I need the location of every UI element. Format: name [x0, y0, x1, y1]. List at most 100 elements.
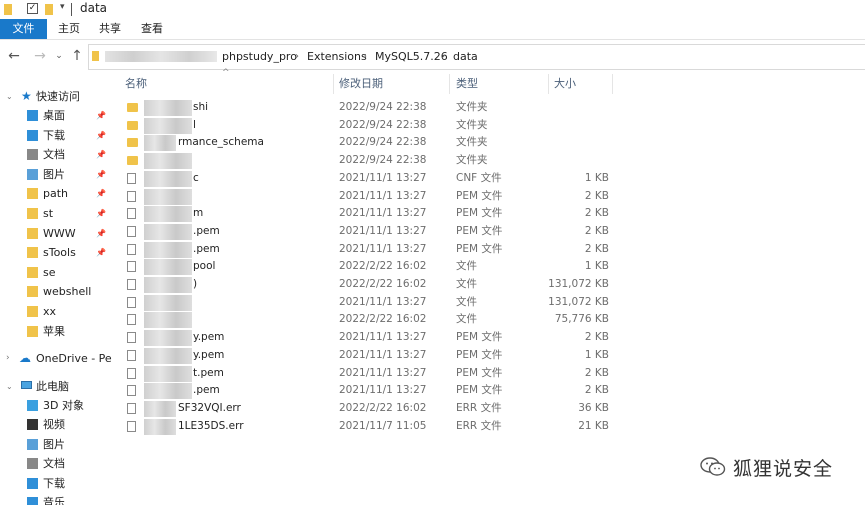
- sidebar-item[interactable]: 下载 📌: [0, 126, 112, 145]
- redacted-name: [144, 259, 192, 276]
- chevron-right-icon[interactable]: ›: [6, 349, 10, 368]
- pin-icon[interactable]: 📌: [96, 204, 106, 223]
- file-size: 1 KB: [584, 171, 609, 184]
- recent-dropdown-icon[interactable]: ⌄: [52, 40, 66, 72]
- column-type[interactable]: 类型: [456, 72, 478, 96]
- ribbon: 文件 主页 共享 查看: [0, 19, 865, 40]
- pin-icon[interactable]: 📌: [96, 165, 106, 184]
- sidebar-item[interactable]: 视频: [0, 415, 112, 434]
- sidebar-item[interactable]: 图片 📌: [0, 165, 112, 184]
- sidebar-item[interactable]: 3D 对象: [0, 396, 112, 415]
- file-row[interactable]: .pem 2021/11/1 13:27 PEM 文件 2 KB: [112, 241, 865, 259]
- pin-icon[interactable]: 📌: [96, 224, 106, 243]
- breadcrumb-extensions[interactable]: Extensions: [307, 45, 367, 69]
- file-date: 2022/2/22 16:02: [339, 401, 427, 414]
- file-row[interactable]: 2022/2/22 16:02 文件 75,776 KB: [112, 311, 865, 329]
- quick-access[interactable]: ⌄ ★ 快速访问: [0, 87, 112, 106]
- properties-icon[interactable]: ✓: [27, 3, 38, 14]
- back-button[interactable]: ←: [4, 40, 24, 72]
- file-row[interactable]: .pem 2021/11/1 13:27 PEM 文件 2 KB: [112, 223, 865, 241]
- file-row[interactable]: 1LE35DS.err 2021/11/7 11:05 ERR 文件 21 KB: [112, 418, 865, 436]
- sidebar-item-label: 桌面: [43, 109, 65, 122]
- forward-button[interactable]: →: [30, 40, 50, 72]
- column-separator[interactable]: [548, 74, 549, 94]
- sidebar-item[interactable]: WWW 📌: [0, 224, 112, 243]
- chevron-down-icon[interactable]: ⌄: [6, 377, 13, 396]
- file-row[interactable]: y.pem 2021/11/1 13:27 PEM 文件 1 KB: [112, 347, 865, 365]
- file-row[interactable]: rmance_schema 2022/9/24 22:38 文件夹: [112, 134, 865, 152]
- file-row[interactable]: c 2021/11/1 13:27 CNF 文件 1 KB: [112, 170, 865, 188]
- sidebar-item[interactable]: xx: [0, 302, 112, 321]
- sort-ascending-icon: ^: [222, 68, 230, 78]
- file-row[interactable]: .pem 2021/11/1 13:27 PEM 文件 2 KB: [112, 382, 865, 400]
- this-pc-label: 此电脑: [36, 380, 69, 393]
- breadcrumb-phpstudy[interactable]: phpstudy_pro: [222, 45, 297, 69]
- file-icon: [127, 367, 136, 379]
- sidebar-item[interactable]: path 📌: [0, 184, 112, 203]
- sidebar-item[interactable]: webshell: [0, 282, 112, 301]
- file-row[interactable]: SF32VQI.err 2022/2/22 16:02 ERR 文件 36 KB: [112, 400, 865, 418]
- column-separator[interactable]: [612, 74, 613, 94]
- file-row[interactable]: ) 2022/2/22 16:02 文件 131,072 KB: [112, 276, 865, 294]
- file-row[interactable]: l 2022/9/24 22:38 文件夹: [112, 117, 865, 135]
- this-pc[interactable]: ⌄ 此电脑: [0, 377, 112, 396]
- sidebar-item[interactable]: st 📌: [0, 204, 112, 223]
- chevron-right-icon[interactable]: ›: [441, 45, 445, 69]
- file-row[interactable]: 2022/9/24 22:38 文件夹: [112, 152, 865, 170]
- sidebar-item[interactable]: 文档 📌: [0, 145, 112, 164]
- file-icon: [127, 314, 136, 326]
- file-row[interactable]: 2021/11/1 13:27 文件 131,072 KB: [112, 294, 865, 312]
- sidebar-item[interactable]: se: [0, 263, 112, 282]
- file-row[interactable]: shi 2022/9/24 22:38 文件夹: [112, 99, 865, 117]
- pin-icon[interactable]: 📌: [96, 126, 106, 145]
- file-name: m: [193, 207, 204, 220]
- folder-icon: [4, 4, 12, 15]
- pin-icon[interactable]: 📌: [96, 106, 106, 125]
- tab-view[interactable]: 查看: [141, 19, 163, 39]
- address-bar[interactable]: phpstudy_pro › Extensions › MySQL5.7.26 …: [88, 44, 865, 70]
- sidebar-item[interactable]: 桌面 📌: [0, 106, 112, 125]
- file-row[interactable]: 2021/11/1 13:27 PEM 文件 2 KB: [112, 188, 865, 206]
- onedrive-label: OneDrive - Pers: [36, 352, 112, 365]
- folder-icon: [127, 156, 138, 166]
- dropdown-icon[interactable]: ▾: [60, 2, 65, 12]
- sidebar-item-label: 下载: [43, 476, 65, 490]
- column-separator[interactable]: [333, 74, 334, 94]
- column-name[interactable]: 名称: [125, 72, 147, 96]
- pin-icon[interactable]: 📌: [96, 145, 106, 164]
- up-button[interactable]: ↑: [68, 40, 86, 72]
- column-separator[interactable]: [449, 74, 450, 94]
- file-type: 文件夹: [456, 154, 488, 167]
- sidebar-item[interactable]: 文档: [0, 454, 112, 473]
- new-folder-icon[interactable]: [45, 4, 53, 15]
- file-row[interactable]: y.pem 2021/11/1 13:27 PEM 文件 2 KB: [112, 329, 865, 347]
- pin-icon[interactable]: 📌: [96, 184, 106, 203]
- column-size[interactable]: 大小: [554, 72, 576, 96]
- file-date: 2021/11/1 13:27: [339, 295, 427, 308]
- breadcrumb-mysql[interactable]: MySQL5.7.26: [375, 45, 448, 69]
- breadcrumb-data[interactable]: data: [453, 45, 478, 69]
- tab-share[interactable]: 共享: [99, 19, 121, 39]
- redacted-name: [144, 312, 192, 329]
- file-type: PEM 文件: [456, 384, 503, 397]
- file-row[interactable]: pool 2022/2/22 16:02 文件 1 KB: [112, 258, 865, 276]
- sidebar-item[interactable]: 图片: [0, 435, 112, 454]
- video-icon: [27, 419, 38, 431]
- sidebar-item[interactable]: 下载: [0, 474, 112, 493]
- file-name: .pem: [193, 242, 220, 255]
- file-row[interactable]: t.pem 2021/11/1 13:27 PEM 文件 2 KB: [112, 365, 865, 383]
- tab-home[interactable]: 主页: [58, 19, 80, 39]
- chevron-right-icon[interactable]: ›: [295, 45, 299, 69]
- watermark-text: 狐狸说安全: [733, 457, 834, 480]
- column-header: ^ 名称 修改日期 类型 大小: [112, 68, 865, 96]
- onedrive[interactable]: › ☁ OneDrive - Pers: [0, 349, 112, 368]
- chevron-right-icon[interactable]: ›: [363, 45, 367, 69]
- column-date[interactable]: 修改日期: [339, 72, 383, 96]
- sidebar-item[interactable]: 苹果: [0, 322, 112, 341]
- file-row[interactable]: m 2021/11/1 13:27 PEM 文件 2 KB: [112, 205, 865, 223]
- chevron-down-icon[interactable]: ⌄: [6, 87, 13, 106]
- sidebar-item[interactable]: 音乐: [0, 493, 112, 505]
- pin-icon[interactable]: 📌: [96, 243, 106, 262]
- sidebar-item[interactable]: sTools 📌: [0, 243, 112, 262]
- tab-file[interactable]: 文件: [0, 19, 47, 39]
